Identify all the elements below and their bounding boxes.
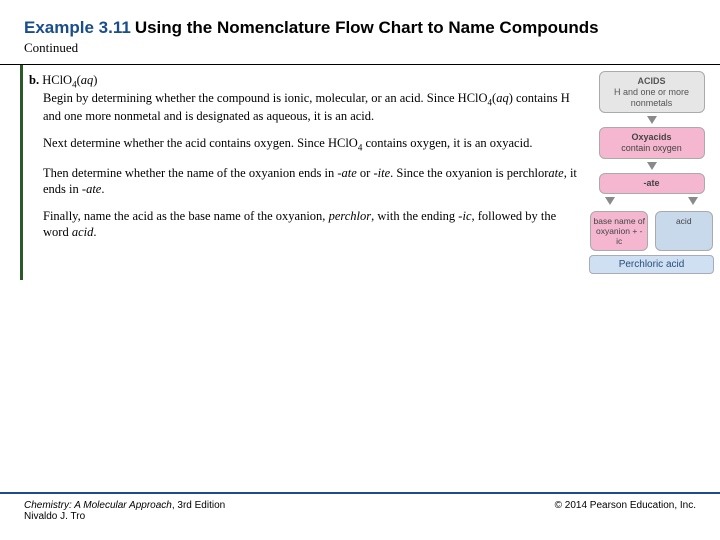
flowchart-split-row: base name of oxyanion + -ic acid — [589, 211, 714, 252]
flowchart-column: ACIDS H and one or more nonmetals Oxyaci… — [589, 65, 720, 280]
arrow-down-icon — [688, 197, 698, 205]
arrow-down-icon — [605, 197, 615, 205]
flowchart-result: Perchloric acid — [589, 255, 714, 274]
slide-header: Example 3.11 Using the Nomenclature Flow… — [0, 0, 720, 60]
content-area: b. HClO4(aq) Begin by determining whethe… — [20, 65, 720, 280]
flowchart-box-acid: acid — [655, 211, 713, 252]
item-b-formula: b. HClO4(aq) Begin by determining whethe… — [29, 73, 581, 124]
arrow-down-icon — [647, 162, 657, 170]
example-title: Using the Nomenclature Flow Chart to Nam… — [135, 18, 599, 37]
continued-label: Continued — [24, 40, 696, 56]
flowchart-box-basename: base name of oxyanion + -ic — [590, 211, 648, 252]
arrow-down-icon — [647, 116, 657, 124]
slide-footer: Chemistry: A Molecular Approach, 3rd Edi… — [0, 492, 720, 540]
flowchart-box-ate: -ate — [599, 173, 705, 194]
text-column: b. HClO4(aq) Begin by determining whethe… — [23, 65, 589, 280]
example-number: Example 3.11 — [24, 18, 131, 37]
flowchart-box-acids: ACIDS H and one or more nonmetals — [599, 71, 705, 113]
paragraph-ending: Then determine whether the name of the o… — [29, 166, 581, 197]
footer-copyright: © 2014 Pearson Education, Inc. — [555, 500, 696, 522]
footer-left: Chemistry: A Molecular Approach, 3rd Edi… — [24, 500, 225, 522]
paragraph-final-name: Finally, name the acid as the base name … — [29, 209, 581, 240]
flowchart-box-oxyacids: Oxyacids contain oxygen — [599, 127, 705, 159]
paragraph-oxyacid: Next determine whether the acid contains… — [29, 136, 581, 154]
